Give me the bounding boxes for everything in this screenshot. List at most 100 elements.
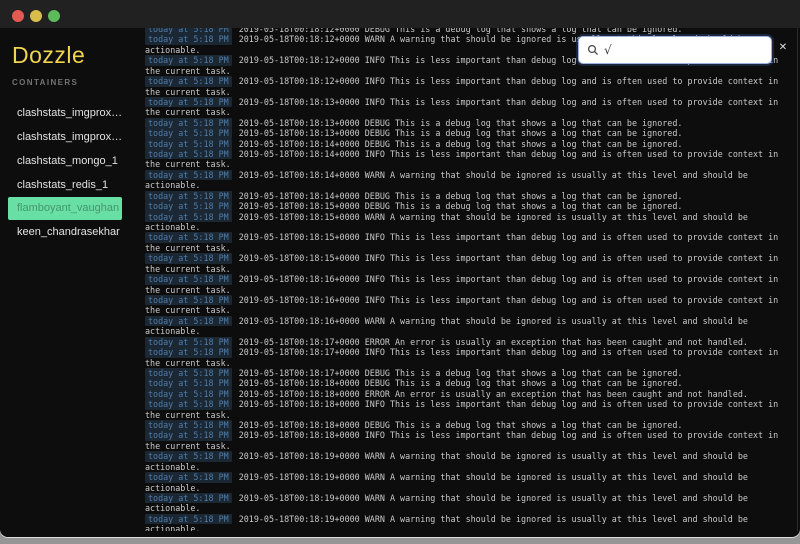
log-timestamp-badge: today at 5:18 PM: [145, 201, 232, 211]
log-timestamp-badge: today at 5:18 PM: [145, 212, 232, 222]
log-message: 2019-05-18T00:18:16+0000 INFO This is le…: [145, 274, 778, 294]
log-message: 2019-05-18T00:18:14+0000 DEBUG This is a…: [239, 139, 683, 149]
log-timestamp-badge: today at 5:18 PM: [145, 337, 232, 347]
log-timestamp-badge: today at 5:18 PM: [145, 149, 232, 159]
log-message: 2019-05-18T00:18:13+0000 DEBUG This is a…: [239, 128, 683, 138]
log-message: 2019-05-18T00:18:18+0000 INFO This is le…: [145, 399, 778, 419]
log-entry: today at 5:18 PM2019-05-18T00:18:15+0000…: [145, 232, 797, 253]
log-message: 2019-05-18T00:18:19+0000 WARN A warning …: [145, 451, 748, 471]
log-entry: today at 5:18 PM2019-05-18T00:18:18+0000…: [145, 430, 797, 451]
window-zoom-button[interactable]: [48, 10, 60, 22]
log-entry: today at 5:18 PM2019-05-18T00:18:19+0000…: [145, 493, 797, 514]
log-entry: today at 5:18 PM2019-05-18T00:18:19+0000…: [145, 472, 797, 493]
log-entry: today at 5:18 PM 2019-05-18T00:18:18+0000…: [145, 378, 797, 388]
log-entry: today at 5:18 PM2019-05-18T00:18:14+0000…: [145, 149, 797, 170]
text-cursor-icon: √: [604, 43, 612, 57]
log-timestamp-badge: today at 5:18 PM: [145, 274, 232, 284]
log-entry: today at 5:18 PM 2019-05-18T00:18:13+0000…: [145, 118, 797, 128]
sidebar-item-clashstats-mongo-1[interactable]: clashstats_mongo_1: [0, 149, 145, 173]
log-entry: today at 5:18 PM 2019-05-18T00:18:18+0000…: [145, 420, 797, 430]
log-message: 2019-05-18T00:18:17+0000 ERROR An error …: [239, 337, 748, 347]
log-pane[interactable]: today at 5:18 PM2019-05-18T00:18:12+0000…: [145, 28, 798, 531]
log-timestamp-badge: today at 5:18 PM: [145, 347, 232, 357]
log-timestamp-badge: today at 5:18 PM: [145, 170, 232, 180]
search-icon: [587, 44, 599, 56]
log-message: 2019-05-18T00:18:13+0000 DEBUG This is a…: [239, 118, 683, 128]
log-message: 2019-05-18T00:18:12+0000 INFO This is le…: [145, 76, 778, 96]
log-entry: today at 5:18 PM2019-05-18T00:18:15+0000…: [145, 212, 797, 233]
log-entry: today at 5:18 PM 2019-05-18T00:18:18+0000…: [145, 389, 797, 399]
sidebar-item-clashstats-imgprox-[interactable]: clashstats_imgprox…: [0, 101, 145, 125]
log-message: 2019-05-18T00:18:17+0000 INFO This is le…: [145, 347, 778, 367]
log-timestamp-badge: today at 5:18 PM: [145, 253, 232, 263]
window-minimize-button[interactable]: [30, 10, 42, 22]
log-timestamp-badge: today at 5:18 PM: [145, 368, 232, 378]
log-message: 2019-05-18T00:18:18+0000 DEBUG This is a…: [239, 378, 683, 388]
log-entry: today at 5:18 PM2019-05-18T00:18:18+0000…: [145, 399, 797, 420]
log-timestamp-badge: today at 5:18 PM: [145, 514, 232, 524]
containers-section-label: CONTAINERS: [12, 78, 145, 87]
log-entry: today at 5:18 PM 2019-05-18T00:18:14+0000…: [145, 191, 797, 201]
log-timestamp-badge: today at 5:18 PM: [145, 76, 232, 86]
search-close-icon[interactable]: ✕: [776, 41, 790, 55]
titlebar: [0, 0, 800, 28]
log-timestamp-badge: today at 5:18 PM: [145, 55, 232, 65]
log-message: 2019-05-18T00:18:18+0000 INFO This is le…: [145, 430, 778, 450]
log-timestamp-badge: today at 5:18 PM: [145, 378, 232, 388]
app-window: today at 5:18 PM2019-05-18T00:18:12+0000…: [0, 0, 800, 537]
log-message: 2019-05-18T00:18:16+0000 WARN A warning …: [145, 316, 748, 336]
log-message: 2019-05-18T00:18:14+0000 DEBUG This is a…: [239, 191, 683, 201]
log-timestamp-badge: today at 5:18 PM: [145, 97, 232, 107]
log-message: 2019-05-18T00:18:15+0000 WARN A warning …: [145, 212, 748, 232]
log-entry: today at 5:18 PM 2019-05-18T00:18:13+0000…: [145, 128, 797, 138]
log-entry: today at 5:18 PM2019-05-18T00:18:13+0000…: [145, 97, 797, 118]
log-message: 2019-05-18T00:18:18+0000 ERROR An error …: [239, 389, 748, 399]
log-entry: today at 5:18 PM2019-05-18T00:18:14+0000…: [145, 170, 797, 191]
log-timestamp-badge: today at 5:18 PM: [145, 430, 232, 440]
log-timestamp-badge: today at 5:18 PM: [145, 128, 232, 138]
log-timestamp-badge: today at 5:18 PM: [145, 295, 232, 305]
log-message: 2019-05-18T00:18:17+0000 DEBUG This is a…: [239, 368, 683, 378]
log-timestamp-badge: today at 5:18 PM: [145, 399, 232, 409]
container-menu: clashstats_imgprox…clashstats_imgprox…cl…: [0, 101, 145, 244]
log-entry: today at 5:18 PM2019-05-18T00:18:17+0000…: [145, 347, 797, 368]
log-entry: today at 5:18 PM 2019-05-18T00:18:17+0000…: [145, 368, 797, 378]
log-timestamp-badge: today at 5:18 PM: [145, 472, 232, 482]
log-message: 2019-05-18T00:18:15+0000 INFO This is le…: [145, 253, 778, 273]
search-input[interactable]: √: [578, 36, 772, 64]
log-entry: today at 5:18 PM 2019-05-18T00:18:17+0000…: [145, 337, 797, 347]
log-message: 2019-05-18T00:18:19+0000 WARN A warning …: [145, 472, 748, 492]
log-message: 2019-05-18T00:18:13+0000 INFO This is le…: [145, 97, 778, 117]
log-message: 2019-05-18T00:18:12+0000 DEBUG This is a…: [239, 28, 683, 34]
app-title: Dozzle: [12, 42, 145, 69]
log-entry: today at 5:18 PM 2019-05-18T00:18:15+0000…: [145, 201, 797, 211]
log-entry: today at 5:18 PM2019-05-18T00:18:19+0000…: [145, 514, 797, 531]
log-message: 2019-05-18T00:18:18+0000 DEBUG This is a…: [239, 420, 683, 430]
log-entry: today at 5:18 PM2019-05-18T00:18:16+0000…: [145, 274, 797, 295]
log-message: 2019-05-18T00:18:14+0000 INFO This is le…: [145, 149, 778, 169]
log-message: 2019-05-18T00:18:15+0000 INFO This is le…: [145, 232, 778, 252]
log-message: 2019-05-18T00:18:15+0000 DEBUG This is a…: [239, 201, 683, 211]
log-timestamp-badge: today at 5:18 PM: [145, 34, 232, 44]
log-timestamp-badge: today at 5:18 PM: [145, 389, 232, 399]
log-timestamp-badge: today at 5:18 PM: [145, 232, 232, 242]
sidebar-item-flamboyant-vaughan[interactable]: flamboyant_vaughan: [8, 197, 122, 220]
log-timestamp-badge: today at 5:18 PM: [145, 191, 232, 201]
log-entry: today at 5:18 PM2019-05-18T00:18:15+0000…: [145, 253, 797, 274]
log-timestamp-badge: today at 5:18 PM: [145, 316, 232, 326]
sidebar-item-clashstats-redis-1[interactable]: clashstats_redis_1: [0, 173, 145, 197]
log-entry: today at 5:18 PM2019-05-18T00:18:12+0000…: [145, 76, 797, 97]
log-entry: today at 5:18 PM 2019-05-18T00:18:14+0000…: [145, 139, 797, 149]
log-timestamp-badge: today at 5:18 PM: [145, 139, 232, 149]
log-timestamp-badge: today at 5:18 PM: [145, 493, 232, 503]
log-message: 2019-05-18T00:18:19+0000 WARN A warning …: [145, 493, 748, 513]
log-entry: today at 5:18 PM2019-05-18T00:18:19+0000…: [145, 451, 797, 472]
sidebar: Dozzle CONTAINERS clashstats_imgprox…cla…: [0, 28, 145, 537]
sidebar-item-keen-chandrasekhar[interactable]: keen_chandrasekhar: [0, 220, 145, 244]
window-close-button[interactable]: [12, 10, 24, 22]
log-entry: today at 5:18 PM2019-05-18T00:18:16+0000…: [145, 316, 797, 337]
log-timestamp-badge: today at 5:18 PM: [145, 420, 232, 430]
sidebar-item-clashstats-imgprox-[interactable]: clashstats_imgprox…: [0, 125, 145, 149]
log-timestamp-badge: today at 5:18 PM: [145, 118, 232, 128]
log-message: 2019-05-18T00:18:16+0000 INFO This is le…: [145, 295, 778, 315]
